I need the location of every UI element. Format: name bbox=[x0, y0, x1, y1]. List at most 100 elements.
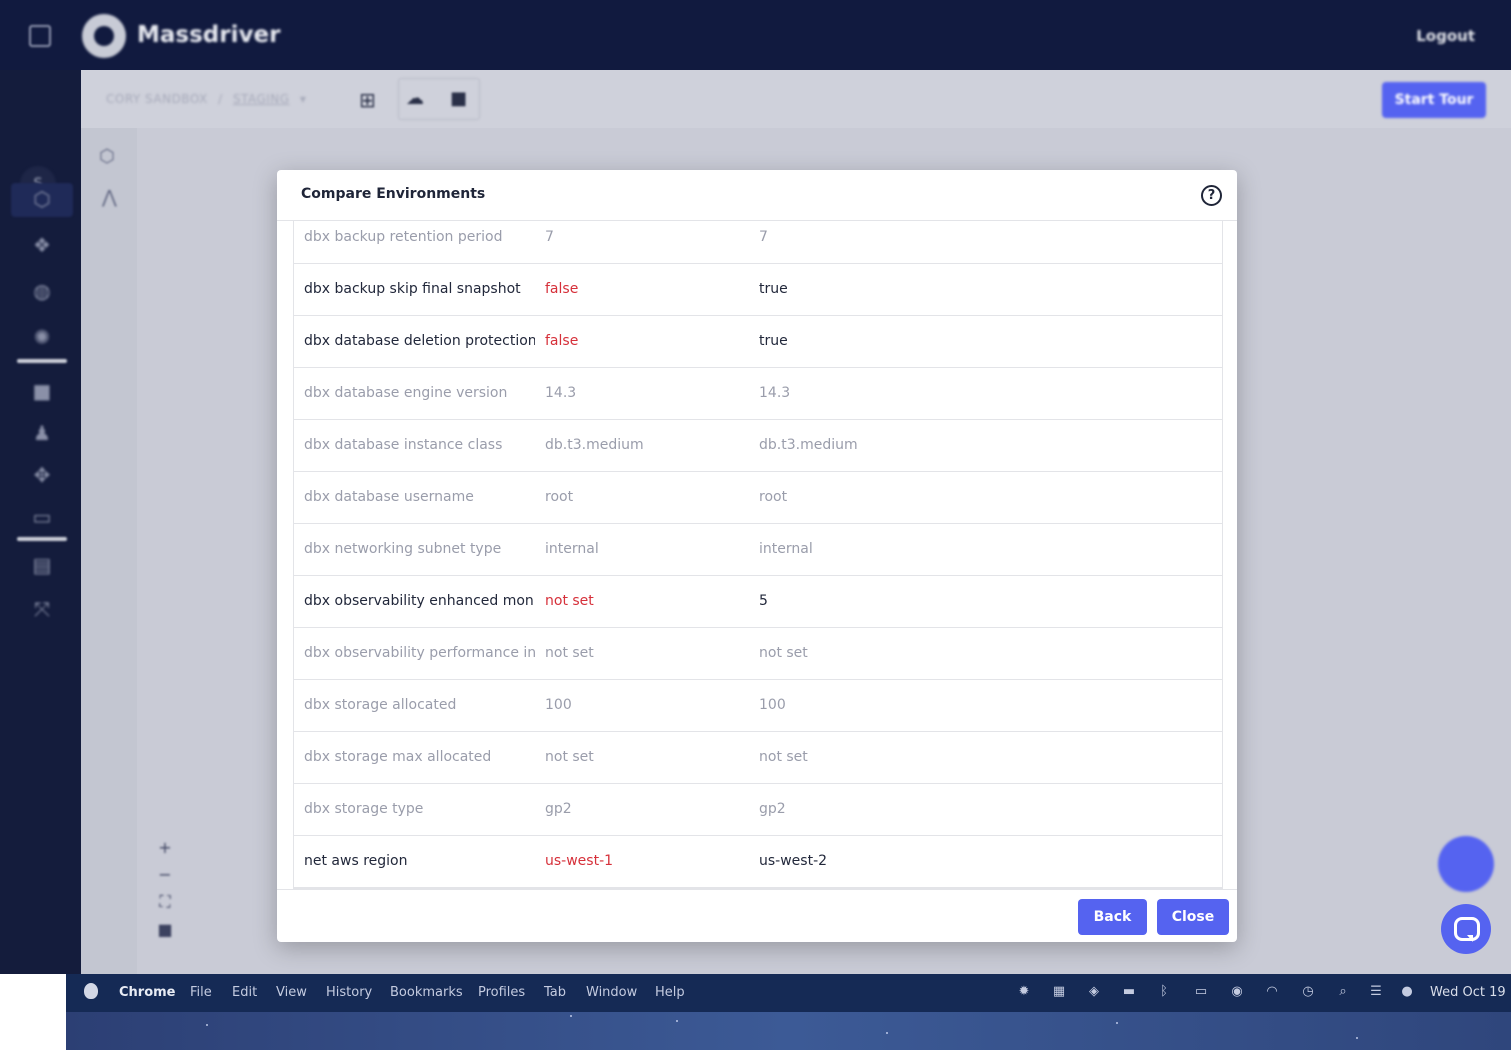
app-window: Massdriver Logout S ⬡ ❖ ◍ ✺ ■ ♟ ✥ ▭ ▤ ⤧ … bbox=[0, 0, 1511, 974]
menu-edit[interactable]: Edit bbox=[232, 985, 257, 1000]
keyboard-icon[interactable]: ▦ bbox=[1051, 985, 1067, 999]
zoom-out-icon[interactable]: − bbox=[156, 865, 174, 884]
massdriver-logo bbox=[82, 14, 126, 58]
env-b-value: 7 bbox=[759, 229, 768, 245]
env-b-value: 100 bbox=[759, 697, 786, 713]
param-name: dbx database engine version bbox=[304, 385, 508, 401]
menu-file[interactable]: File bbox=[190, 985, 212, 1000]
env-a-value: not set bbox=[545, 645, 594, 661]
env-b-value: internal bbox=[759, 541, 813, 557]
param-name: dbx storage max allocated bbox=[304, 749, 492, 765]
close-button[interactable]: Close bbox=[1157, 899, 1229, 935]
env-b-value: not set bbox=[759, 749, 808, 765]
canvas-rail bbox=[81, 128, 137, 974]
bluetooth-icon[interactable]: ᛒ bbox=[1156, 985, 1172, 999]
desktop-wallpaper bbox=[66, 1012, 1511, 1050]
brand-name: Massdriver bbox=[137, 22, 281, 48]
menu-history[interactable]: History bbox=[326, 985, 372, 1000]
back-button[interactable]: Back bbox=[1078, 899, 1147, 935]
fit-view-icon[interactable]: ⛶ bbox=[156, 892, 174, 912]
apple-icon[interactable] bbox=[84, 983, 98, 999]
battery-icon[interactable]: ▭ bbox=[1188, 985, 1214, 999]
menu-profiles[interactable]: Profiles bbox=[478, 985, 525, 1000]
chat-icon[interactable] bbox=[1441, 904, 1491, 954]
env-a-value: us-west-1 bbox=[545, 853, 614, 869]
param-name: dbx storage allocated bbox=[304, 697, 457, 713]
modal-footer: Back Close bbox=[277, 889, 1237, 942]
lock-view-icon[interactable]: ■ bbox=[156, 920, 174, 939]
comparison-row: dbx observability enhanced mon not set 5 bbox=[294, 576, 1222, 628]
cube-icon[interactable]: ⬡ bbox=[99, 146, 115, 167]
menu-window[interactable]: Window bbox=[586, 985, 637, 1000]
users-icon[interactable]: ♟ bbox=[29, 422, 55, 444]
env-b-value: true bbox=[759, 281, 788, 297]
menu-view[interactable]: View bbox=[276, 985, 307, 1000]
logout-link[interactable]: Logout bbox=[1416, 27, 1475, 45]
comparison-row: dbx database deletion protection false tru… bbox=[294, 316, 1222, 368]
graph-icon[interactable]: ⤧ bbox=[29, 598, 55, 620]
siri-icon[interactable]: ● bbox=[1399, 985, 1415, 999]
user-icon[interactable]: ◉ bbox=[1229, 985, 1245, 999]
menu-help[interactable]: Help bbox=[655, 985, 685, 1000]
wifi-icon[interactable]: ◠ bbox=[1264, 985, 1280, 999]
menubar-clock[interactable]: Wed Oct 19 bbox=[1430, 985, 1506, 1000]
param-name: dbx backup retention period bbox=[304, 229, 503, 245]
macos-menubar: Chrome File Edit View History Bookmarks … bbox=[66, 974, 1511, 1012]
billing-icon[interactable]: ▭ bbox=[29, 506, 55, 528]
zoom-in-icon[interactable]: + bbox=[156, 838, 174, 857]
bed-icon[interactable]: ▬ bbox=[1121, 985, 1137, 999]
sidebar-divider bbox=[17, 537, 67, 541]
comparison-row: dbx storage max allocated not set not set bbox=[294, 732, 1222, 784]
breadcrumb-org[interactable]: CORY SANDBOX bbox=[106, 92, 208, 106]
layers-icon[interactable]: ◈ bbox=[1086, 985, 1102, 999]
add-icon[interactable]: ⊞ bbox=[359, 88, 376, 112]
start-tour-button[interactable]: Start Tour bbox=[1382, 82, 1486, 118]
wallpaper-star bbox=[206, 1024, 208, 1026]
env-a-value: false bbox=[545, 333, 579, 349]
param-name: dbx observability performance in bbox=[304, 645, 535, 661]
env-b-value: 14.3 bbox=[759, 385, 791, 401]
packages-icon[interactable]: ❖ bbox=[29, 234, 55, 256]
env-a-value: root bbox=[545, 489, 574, 505]
panel-toggle-icon[interactable] bbox=[29, 25, 51, 47]
activity-fab[interactable] bbox=[1438, 836, 1494, 892]
param-name: net aws region bbox=[304, 853, 408, 869]
comparison-row: dbx database instance class db.t3.medium d… bbox=[294, 420, 1222, 472]
docs-icon[interactable]: ▤ bbox=[29, 554, 55, 576]
menu-tab[interactable]: Tab bbox=[544, 985, 566, 1000]
param-name: dbx backup skip final snapshot bbox=[304, 281, 521, 297]
diagram-icon[interactable]: ⬡ bbox=[29, 188, 55, 210]
comparison-row: dbx storage allocated 100 100 bbox=[294, 680, 1222, 732]
env-a-value: 14.3 bbox=[545, 385, 577, 401]
move-icon[interactable]: ✥ bbox=[29, 464, 55, 486]
time-machine-icon[interactable]: ◷ bbox=[1300, 985, 1316, 999]
comparison-table[interactable]: dbx backup retention period 7 7 dbx backup … bbox=[293, 221, 1223, 889]
help-icon[interactable]: ? bbox=[1201, 185, 1222, 206]
wallpaper-star bbox=[570, 1015, 572, 1017]
comparison-row: dbx observability performance in not set n… bbox=[294, 628, 1222, 680]
chevron-down-icon[interactable]: ▾ bbox=[300, 92, 307, 106]
search-icon[interactable]: ⌕ bbox=[1335, 985, 1351, 999]
lock-icon[interactable]: ■ bbox=[29, 380, 55, 402]
menu-app-name[interactable]: Chrome bbox=[119, 985, 176, 1000]
env-a-value: 7 bbox=[545, 229, 554, 245]
comparison-row: dbx database engine version 14.3 14.3 bbox=[294, 368, 1222, 420]
brightness-icon[interactable]: ✹ bbox=[1016, 985, 1032, 999]
comparison-row: net aws region us-west-1 us-west-2 bbox=[294, 836, 1222, 888]
param-name: dbx networking subnet type bbox=[304, 541, 502, 557]
settings-icon[interactable]: ✺ bbox=[29, 326, 55, 348]
globe-icon[interactable]: ◍ bbox=[29, 280, 55, 302]
breadcrumb-env[interactable]: STAGING bbox=[233, 92, 290, 106]
lock-icon[interactable]: ■ bbox=[450, 88, 467, 109]
env-a-value: internal bbox=[545, 541, 599, 557]
param-name: dbx database deletion protection bbox=[304, 333, 535, 349]
menu-bookmarks[interactable]: Bookmarks bbox=[390, 985, 463, 1000]
compass-icon[interactable]: ⋀ bbox=[102, 187, 117, 208]
control-center-icon[interactable]: ☰ bbox=[1368, 985, 1384, 999]
param-name: dbx observability enhanced mon bbox=[304, 593, 534, 609]
env-b-value: true bbox=[759, 333, 788, 349]
cloud-icon[interactable]: ☁ bbox=[406, 88, 424, 109]
env-a-value: false bbox=[545, 281, 579, 297]
sidebar: S ⬡ ❖ ◍ ✺ ■ ♟ ✥ ▭ ▤ ⤧ bbox=[0, 70, 81, 974]
param-name: dbx database instance class bbox=[304, 437, 503, 453]
